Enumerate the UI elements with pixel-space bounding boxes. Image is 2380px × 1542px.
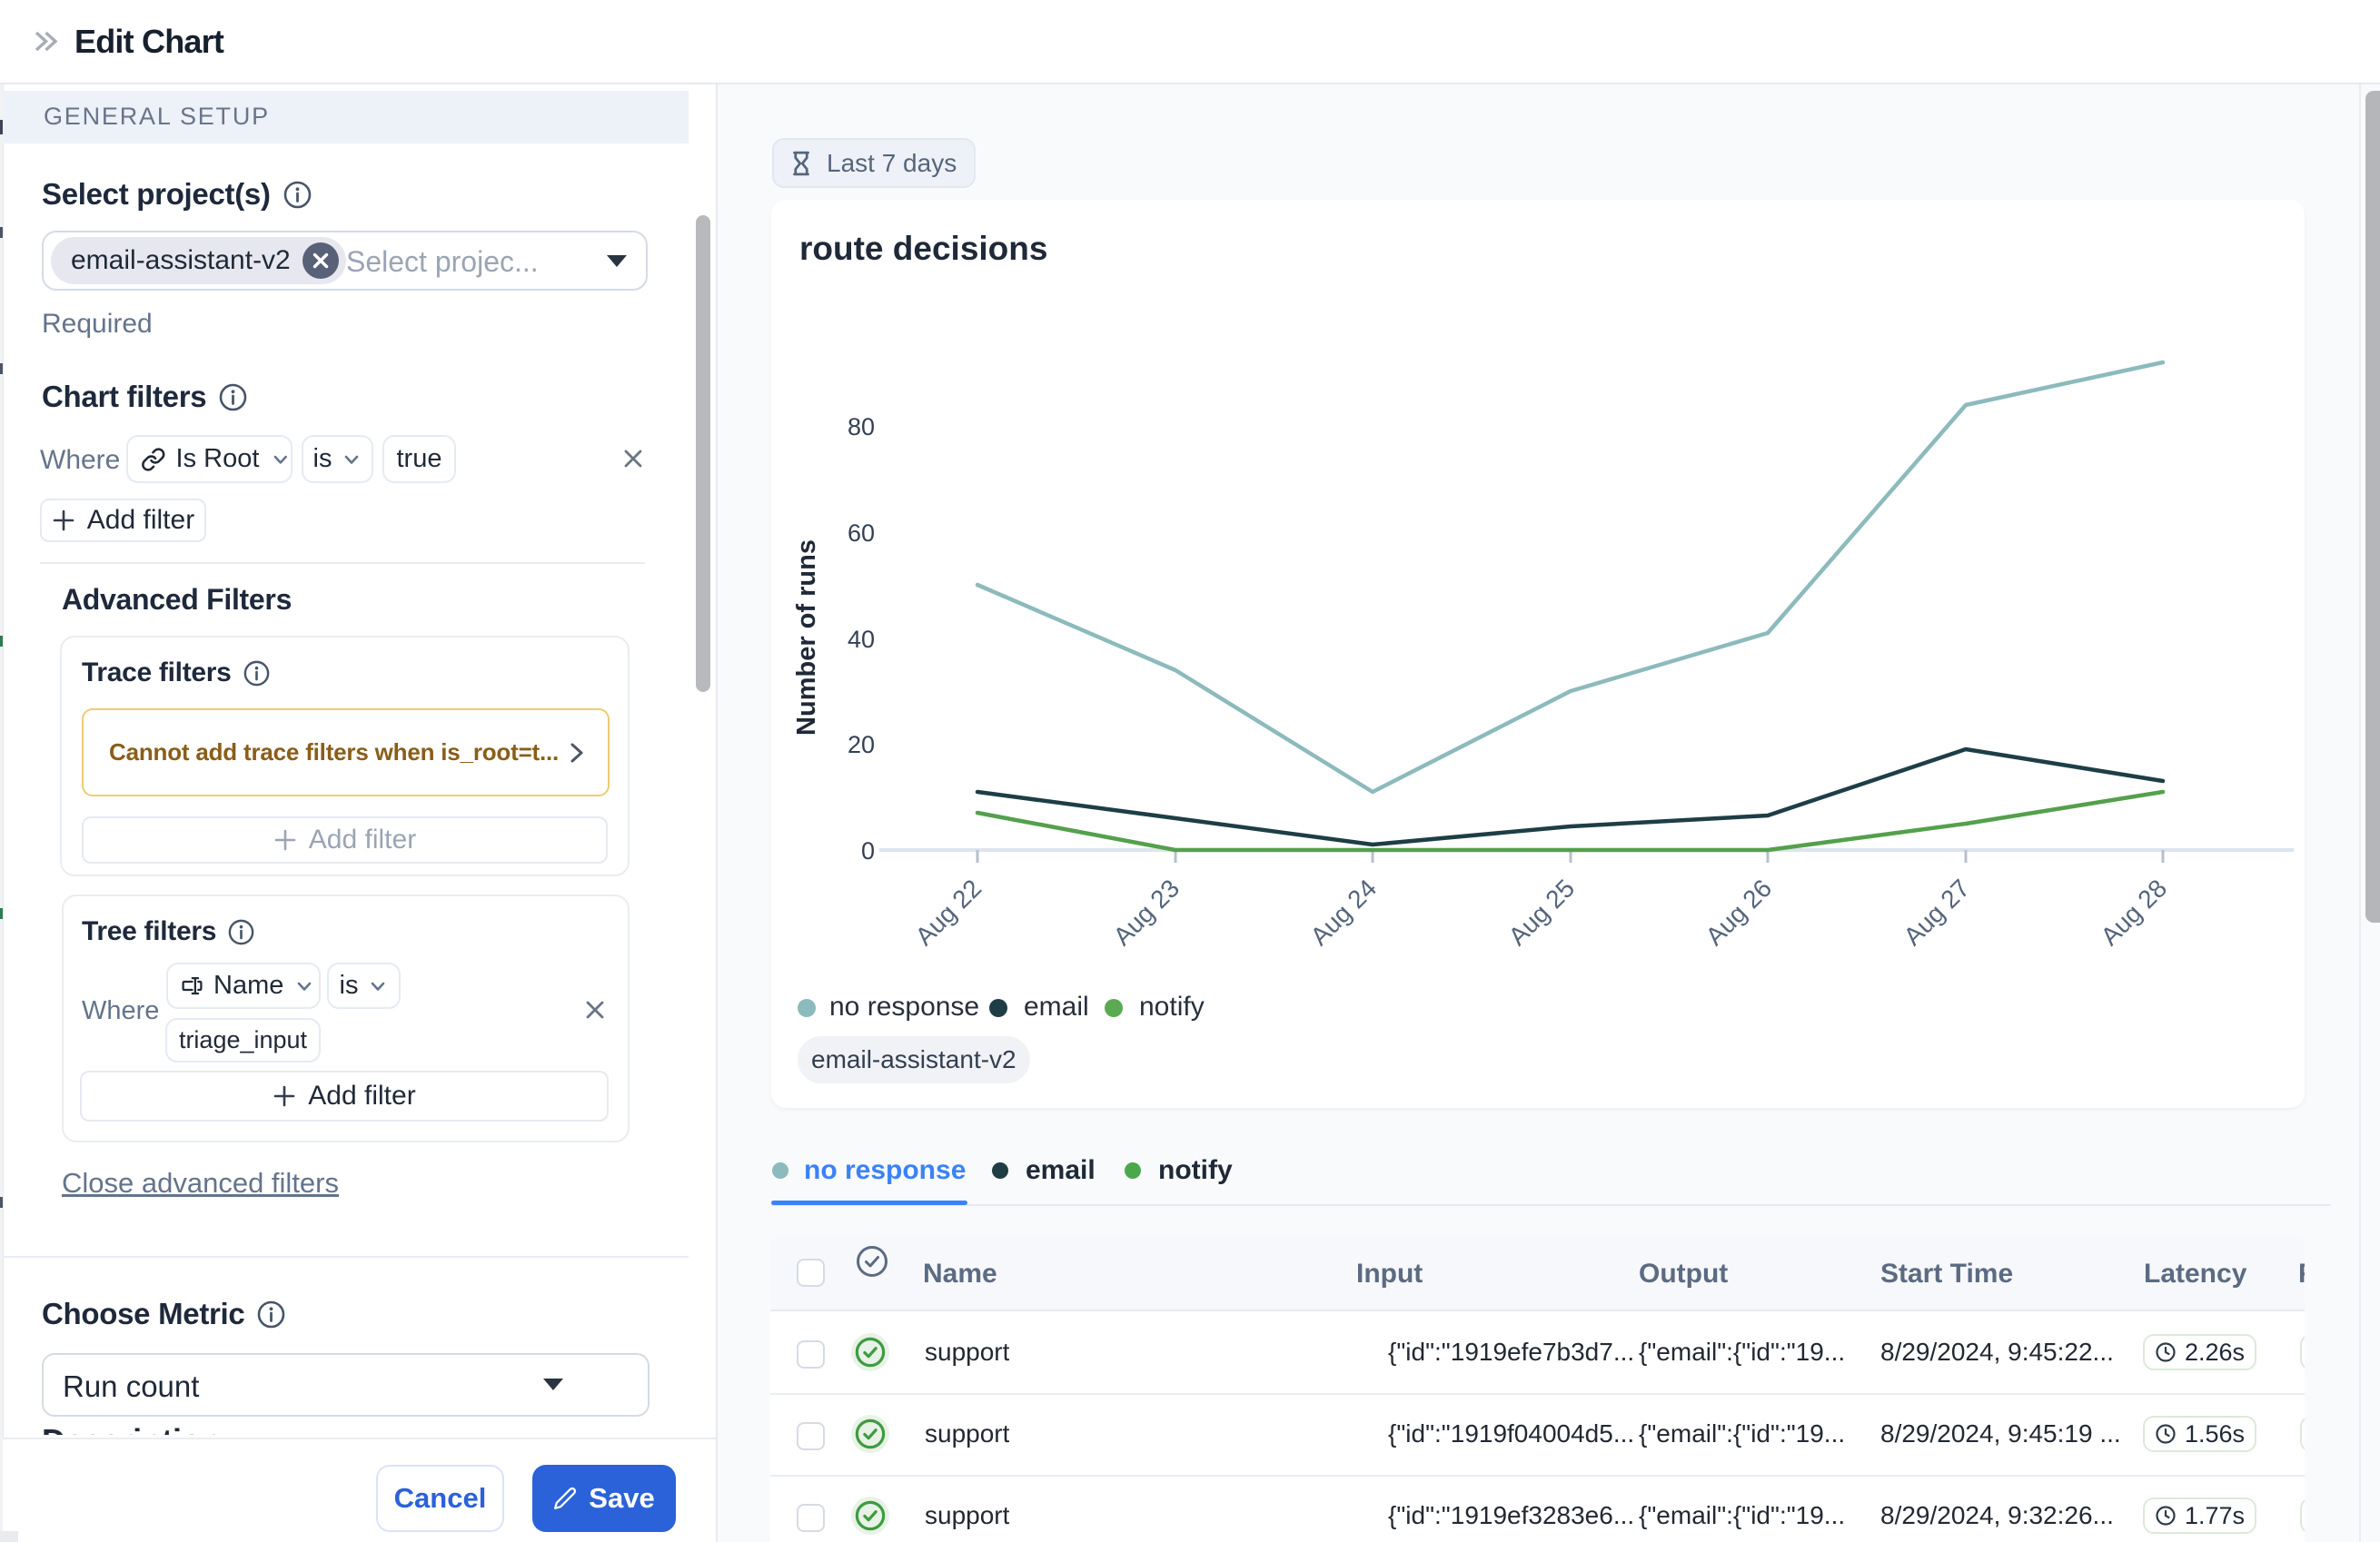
svg-text:Aug 23: Aug 23 — [1108, 874, 1185, 951]
svg-text:Aug 26: Aug 26 — [1701, 874, 1778, 951]
svg-text:20: 20 — [848, 731, 875, 758]
svg-text:Aug 22: Aug 22 — [910, 874, 987, 951]
svg-text:60: 60 — [848, 519, 875, 547]
svg-text:Aug 27: Aug 27 — [1899, 874, 1976, 951]
svg-text:Aug 25: Aug 25 — [1503, 874, 1581, 951]
svg-text:80: 80 — [848, 413, 875, 440]
svg-text:Aug 28: Aug 28 — [2096, 874, 2173, 951]
svg-text:Aug 24: Aug 24 — [1305, 874, 1383, 951]
svg-text:0: 0 — [861, 837, 875, 865]
svg-text:40: 40 — [848, 626, 875, 653]
svg-text:Number of runs: Number of runs — [792, 539, 821, 736]
